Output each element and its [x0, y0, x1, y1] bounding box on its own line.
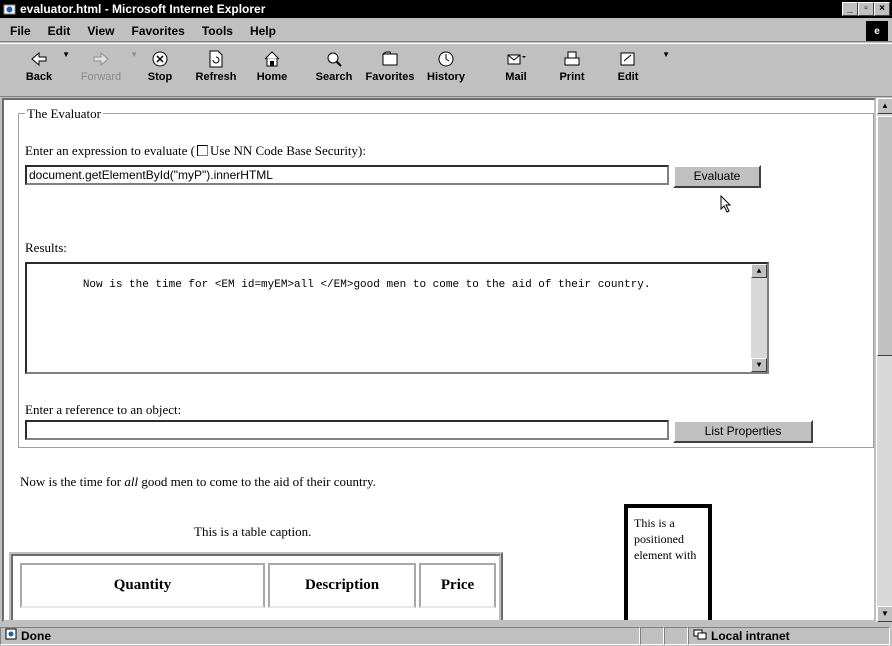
- page-content: The Evaluator Enter an expression to eva…: [2, 98, 876, 622]
- reference-input[interactable]: [25, 420, 669, 440]
- print-label: Print: [559, 71, 585, 83]
- mail-button[interactable]: Mail: [488, 44, 544, 94]
- stop-button[interactable]: Stop: [132, 44, 188, 94]
- favorites-button[interactable]: Favorites: [362, 44, 418, 94]
- results-scroll-down-icon[interactable]: ▼: [751, 358, 767, 372]
- status-panel-b: [664, 626, 688, 645]
- edit-dropdown-icon[interactable]: ▼: [662, 50, 670, 59]
- favorites-label: Favorites: [365, 71, 415, 83]
- data-table: Quantity Description Price: [9, 552, 503, 620]
- menu-file[interactable]: File: [10, 24, 31, 38]
- evaluator-fieldset: The Evaluator Enter an expression to eva…: [18, 106, 874, 448]
- search-label: Search: [315, 71, 353, 83]
- home-label: Home: [256, 71, 288, 83]
- page-done-icon: [5, 628, 17, 643]
- history-button[interactable]: History: [418, 44, 474, 94]
- favorites-icon: [380, 47, 400, 71]
- maximize-button[interactable]: ▫: [858, 2, 874, 16]
- menu-tools[interactable]: Tools: [202, 24, 233, 38]
- home-button[interactable]: Home: [244, 44, 300, 94]
- stop-label: Stop: [147, 71, 173, 83]
- browser-window: evaluator.html - Microsoft Internet Expl…: [0, 0, 892, 646]
- page-scroll-down-icon[interactable]: ▼: [877, 606, 892, 622]
- edit-label: Edit: [617, 71, 639, 83]
- edit-button[interactable]: Edit ▼: [600, 44, 670, 94]
- menu-help[interactable]: Help: [250, 24, 276, 38]
- results-textarea[interactable]: Now is the time for <EM id=myEM>all </EM…: [25, 262, 769, 374]
- reference-label: Enter a reference to an object:: [25, 402, 182, 417]
- mail-label: Mail: [505, 71, 527, 83]
- page-scrollbar[interactable]: ▲ ▼: [876, 98, 892, 622]
- menu-edit[interactable]: Edit: [48, 24, 71, 38]
- menu-favorites[interactable]: Favorites: [131, 24, 184, 38]
- toolbar: Back ▼ Forward ▼ Stop Refresh Home Searc…: [0, 43, 892, 97]
- stop-icon: [150, 47, 170, 71]
- mail-icon: [505, 47, 527, 71]
- home-icon: [262, 47, 282, 71]
- menu-bar: File Edit View Favorites Tools Help e: [0, 20, 892, 42]
- status-panel-a: [640, 626, 664, 645]
- forward-arrow-icon: [91, 47, 111, 71]
- forward-label: Forward: [80, 71, 122, 83]
- close-button[interactable]: ×: [874, 2, 890, 16]
- page-scroll-up-icon[interactable]: ▲: [877, 98, 892, 114]
- forward-button[interactable]: Forward ▼: [70, 44, 138, 94]
- col-header-quantity: Quantity: [20, 563, 265, 608]
- list-properties-button[interactable]: List Properties: [673, 420, 813, 443]
- expression-input[interactable]: document.getElementById("myP").innerHTML: [25, 165, 669, 185]
- evaluator-legend: The Evaluator: [25, 106, 103, 122]
- positioned-element: This is a positioned element with: [624, 504, 712, 620]
- window-title: evaluator.html - Microsoft Internet Expl…: [20, 2, 266, 16]
- nn-security-checkbox[interactable]: [197, 145, 209, 156]
- col-header-price: Price: [419, 563, 496, 608]
- expression-label-text: Enter an expression to evaluate (: [25, 143, 196, 158]
- minimize-button[interactable]: _: [842, 2, 858, 16]
- menu-view[interactable]: View: [87, 24, 114, 38]
- col-header-description: Description: [267, 563, 417, 608]
- history-label: History: [427, 71, 465, 83]
- results-text: Now is the time for <EM id=myEM>all </EM…: [82, 279, 651, 291]
- back-dropdown-icon[interactable]: ▼: [62, 50, 70, 59]
- print-button[interactable]: Print: [544, 44, 600, 94]
- refresh-icon: [207, 47, 225, 71]
- edit-icon: [618, 47, 638, 71]
- zone-panel: Local intranet: [688, 626, 890, 645]
- mouse-cursor-icon: [720, 195, 732, 213]
- zone-label: Local intranet: [711, 628, 790, 643]
- back-button[interactable]: Back ▼: [14, 44, 70, 94]
- ie-app-icon: [2, 2, 16, 16]
- status-text-panel: Done: [0, 626, 640, 645]
- refresh-label: Refresh: [195, 71, 237, 83]
- results-label: Results:: [25, 240, 67, 255]
- title-bar: evaluator.html - Microsoft Internet Expl…: [0, 0, 892, 18]
- history-icon: [436, 47, 456, 71]
- table-caption: This is a table caption.: [194, 524, 312, 539]
- ie-logo-icon: e: [866, 21, 888, 41]
- status-bar: Done Local intranet: [0, 625, 892, 646]
- para-text-after: good men to come to the aid of their cou…: [138, 474, 376, 489]
- page-scroll-thumb[interactable]: [877, 116, 892, 356]
- nn-security-label: Use NN Code Base Security):: [210, 143, 366, 158]
- myEM-emphasis: all: [124, 474, 139, 489]
- expression-label: Enter an expression to evaluate ( Use NN …: [25, 143, 366, 159]
- results-scroll-up-icon[interactable]: ▲: [751, 264, 767, 278]
- print-icon: [562, 47, 582, 71]
- myP-paragraph: Now is the time for all good men to come…: [20, 474, 376, 490]
- back-label: Back: [25, 71, 53, 83]
- search-icon: [324, 47, 344, 71]
- search-button[interactable]: Search: [306, 44, 362, 94]
- results-scrollbar[interactable]: ▲ ▼: [751, 264, 767, 372]
- back-arrow-icon: [29, 47, 49, 71]
- para-text-before: Now is the time for: [20, 474, 125, 489]
- status-text: Done: [21, 628, 51, 643]
- evaluate-button[interactable]: Evaluate: [673, 165, 761, 188]
- refresh-button[interactable]: Refresh: [188, 44, 244, 94]
- intranet-zone-icon: [693, 628, 707, 643]
